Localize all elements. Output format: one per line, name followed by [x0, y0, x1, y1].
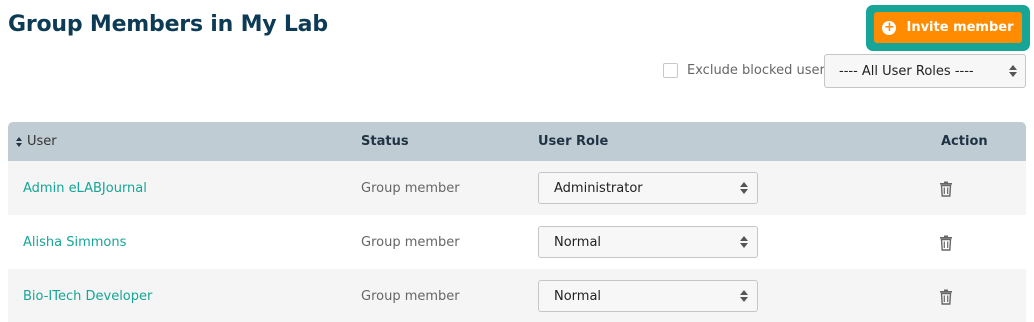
invite-highlight: + Invite member	[866, 5, 1030, 51]
member-status: Group member	[361, 289, 460, 304]
user-role-value: Administrator	[554, 180, 643, 196]
trash-icon[interactable]	[939, 289, 953, 305]
exclude-blocked-label: Exclude blocked users	[687, 63, 832, 78]
action-column-header: Action	[941, 134, 988, 149]
role-filter-value: ---- All User Roles ----	[839, 63, 974, 79]
member-status: Group member	[361, 235, 460, 250]
select-arrows-icon	[1009, 65, 1017, 77]
exclude-blocked-checkbox[interactable]	[663, 63, 678, 78]
user-link[interactable]: Admin eLABJournal	[23, 181, 147, 196]
page-title: Group Members in My Lab	[8, 12, 328, 37]
table-row: Bio-ITech Developer Group member Normal	[8, 269, 1026, 322]
member-status: Group member	[361, 181, 460, 196]
plus-circle-icon: +	[882, 20, 897, 35]
user-role-value: Normal	[554, 288, 602, 304]
user-link[interactable]: Alisha Simmons	[23, 235, 126, 250]
select-arrows-icon	[740, 182, 748, 194]
user-link[interactable]: Bio-ITech Developer	[23, 289, 152, 304]
user-role-filter-select[interactable]: ---- All User Roles ----	[824, 54, 1026, 88]
trash-icon[interactable]	[939, 181, 953, 197]
user-column-label: User	[27, 134, 57, 149]
invite-member-label: Invite member	[906, 20, 1014, 35]
user-role-select[interactable]: Normal	[538, 226, 758, 258]
table-row: Admin eLABJournal Group member Administr…	[8, 161, 1026, 215]
invite-member-button[interactable]: + Invite member	[874, 12, 1022, 43]
sort-icon	[15, 136, 22, 147]
user-role-select[interactable]: Administrator	[538, 172, 758, 204]
select-arrows-icon	[740, 290, 748, 302]
sort-by-user-header[interactable]: User	[15, 134, 57, 149]
user-role-select[interactable]: Normal	[538, 280, 758, 312]
table-header: User Status User Role Action	[8, 122, 1026, 161]
trash-icon[interactable]	[939, 235, 953, 251]
table-row: Alisha Simmons Group member Normal	[8, 215, 1026, 269]
status-column-header: Status	[361, 134, 409, 149]
select-arrows-icon	[740, 236, 748, 248]
user-role-column-header: User Role	[538, 134, 609, 149]
user-role-value: Normal	[554, 234, 602, 250]
exclude-blocked-users[interactable]: Exclude blocked users	[663, 63, 832, 78]
members-table: User Status User Role Action Admin eLABJ…	[8, 122, 1026, 322]
